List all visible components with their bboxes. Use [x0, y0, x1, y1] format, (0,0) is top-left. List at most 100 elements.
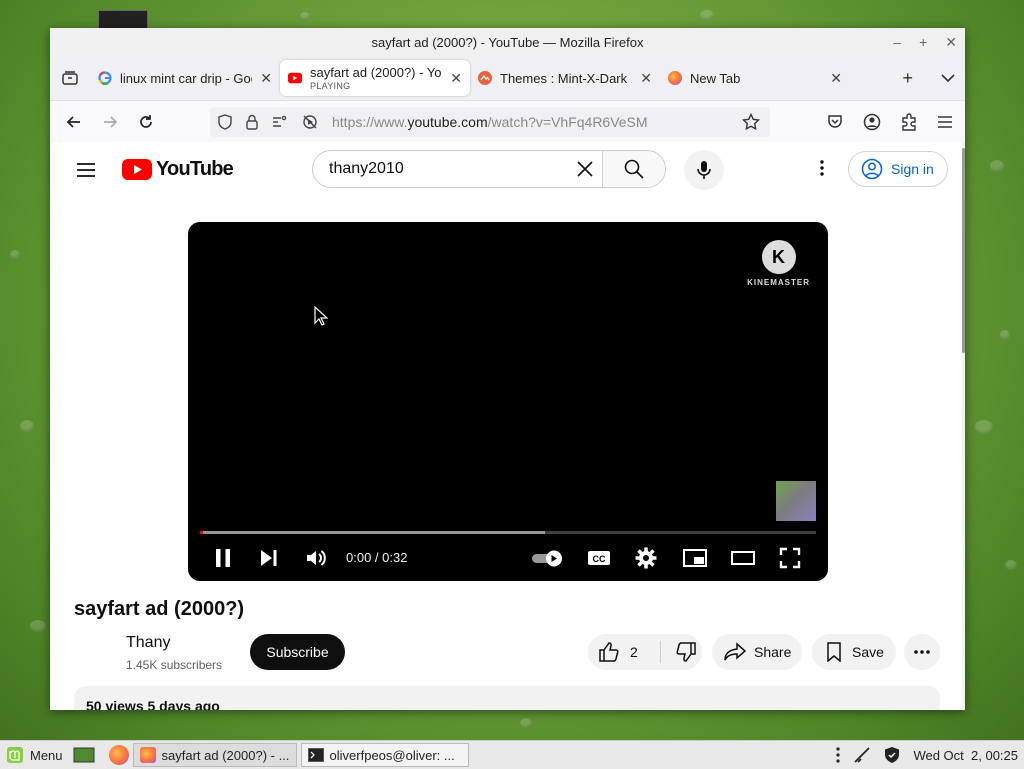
tab-google[interactable]: linux mint car drip - Goo ✕: [90, 60, 280, 96]
window-title: sayfart ad (2000?) - YouTube — Mozilla F…: [371, 34, 644, 50]
extensions-puzzle-icon[interactable]: [901, 113, 917, 131]
page-scrollbar[interactable]: [962, 142, 965, 710]
taskbar-item-label: sayfart ad (2000?) - ...: [161, 747, 290, 763]
reload-icon: [140, 115, 152, 128]
mute-button[interactable]: [304, 546, 328, 570]
autoplay-blocked-icon[interactable]: [302, 114, 318, 130]
like-button[interactable]: 2: [588, 641, 660, 663]
autoplay-toggle[interactable]: [530, 546, 566, 570]
channel-name[interactable]: Thany: [126, 634, 222, 652]
guide-menu-icon[interactable]: [76, 162, 96, 178]
settings-button[interactable]: [634, 546, 658, 570]
youtube-wordmark: YouTube: [156, 158, 234, 180]
shield-icon[interactable]: [883, 746, 901, 764]
start-menu-button[interactable]: Menu: [0, 741, 69, 769]
menu-label: Menu: [30, 747, 63, 763]
kinemaster-logo-icon: K: [761, 240, 796, 274]
url-domain: youtube.com: [407, 114, 488, 130]
url-text[interactable]: https://www.youtube.com/watch?v=VhFq4R6V…: [332, 114, 742, 130]
tab-youtube[interactable]: sayfart ad (2000?) - You PLAYING ✕: [280, 60, 470, 96]
fullscreen-button[interactable]: [778, 546, 802, 570]
tray-more-icon[interactable]: [835, 746, 841, 764]
like-count: 2: [630, 644, 638, 660]
maximize-icon[interactable]: +: [919, 34, 927, 50]
tab-close-icon[interactable]: ✕: [260, 70, 272, 87]
theater-mode-button[interactable]: [730, 546, 756, 570]
next-icon: [261, 550, 277, 566]
share-label: Share: [754, 644, 792, 660]
clear-icon: [577, 161, 593, 177]
save-button[interactable]: Save: [812, 634, 896, 670]
pause-icon: [216, 549, 230, 567]
reload-button[interactable]: [128, 114, 164, 130]
progress-bar[interactable]: [200, 531, 816, 534]
share-button[interactable]: Share: [712, 634, 802, 670]
new-tab-plus-icon[interactable]: +: [902, 68, 913, 89]
pocket-icon[interactable]: [827, 114, 843, 130]
tab-new-tab[interactable]: New Tab ✕: [660, 60, 850, 96]
subscribe-button[interactable]: Subscribe: [250, 634, 345, 670]
tab-label: New Tab: [690, 70, 741, 86]
svg-text:CC: CC: [593, 554, 606, 564]
clock[interactable]: Wed Oct 2, 00:25: [913, 748, 1018, 763]
lock-icon[interactable]: [246, 114, 258, 130]
more-actions-button[interactable]: [904, 634, 940, 670]
kinemaster-watermark: K KINEMASTER: [747, 240, 810, 287]
firefox-window: sayfart ad (2000?) - YouTube — Mozilla F…: [50, 28, 965, 710]
tab-overview-button[interactable]: [50, 69, 90, 87]
settings-kebab-icon[interactable]: [812, 158, 832, 178]
minimize-icon[interactable]: –: [893, 34, 901, 50]
watermark-text: KINEMASTER: [747, 278, 810, 287]
forward-button[interactable]: [92, 114, 128, 130]
tab-close-icon[interactable]: ✕: [830, 70, 842, 87]
network-icon[interactable]: [853, 746, 871, 764]
taskbar: Menu sayfart ad (2000?) - ... oliverfpeo…: [0, 740, 1024, 769]
tab-close-icon[interactable]: ✕: [640, 70, 652, 87]
player-controls: 0:00 / 0:32 CC: [188, 540, 828, 580]
url-bar[interactable]: https://www.youtube.com/watch?v=VhFq4R6V…: [210, 107, 770, 137]
miniplayer-button[interactable]: [682, 546, 708, 570]
tracking-protection-shield-icon[interactable]: [218, 114, 232, 130]
back-button[interactable]: [56, 114, 92, 130]
close-icon[interactable]: ✕: [945, 34, 957, 51]
channel-watermark-thumbnail[interactable]: [776, 481, 816, 521]
tab-overview-icon: [62, 71, 78, 85]
tab-themes[interactable]: Themes : Mint-X-Dark : ✕: [470, 60, 660, 96]
video-player[interactable]: K KINEMASTER 0:00 / 0:32 CC: [188, 222, 828, 581]
youtube-header: YouTube thany2010 Sign in: [50, 142, 962, 198]
voice-search-button[interactable]: [684, 150, 724, 190]
dislike-button[interactable]: [661, 641, 697, 663]
firefox-launcher-icon[interactable]: [108, 745, 129, 765]
tab-close-icon[interactable]: ✕: [450, 70, 462, 87]
list-all-tabs-icon[interactable]: [941, 73, 955, 83]
bookmark-star-icon[interactable]: [742, 113, 760, 131]
view-count-date: 50 views 5 days ago: [86, 698, 220, 710]
sign-in-button[interactable]: Sign in: [848, 151, 948, 187]
subtitles-button[interactable]: CC: [586, 546, 612, 570]
tab-label: linux mint car drip - Goo: [120, 70, 253, 86]
permissions-icon[interactable]: [272, 115, 288, 129]
taskbar-item-terminal[interactable]: oliverfpeos@oliver: ...: [300, 743, 469, 767]
account-icon[interactable]: [863, 113, 881, 131]
next-button[interactable]: [258, 546, 280, 570]
scrollbar-thumb[interactable]: [962, 148, 965, 353]
show-desktop-icon[interactable]: [73, 746, 95, 764]
taskbar-item-firefox[interactable]: sayfart ad (2000?) - ...: [132, 743, 297, 767]
save-label: Save: [852, 644, 884, 660]
bookmark-icon: [827, 642, 841, 662]
hamburger-menu-icon[interactable]: [937, 115, 953, 129]
search-button[interactable]: [602, 151, 665, 187]
description-box[interactable]: 50 views 5 days ago: [74, 686, 940, 710]
search-box: thany2010: [312, 150, 666, 188]
clear-search-button[interactable]: [568, 160, 602, 178]
cc-icon: CC: [588, 551, 610, 565]
title-bar[interactable]: sayfart ad (2000?) - YouTube — Mozilla F…: [50, 28, 965, 56]
share-arrow-icon: [724, 642, 746, 661]
search-input[interactable]: thany2010: [313, 160, 568, 178]
firefox-icon: [668, 71, 682, 85]
mint-logo-icon: [7, 747, 23, 763]
tab-label: sayfart ad (2000?) - You: [310, 65, 443, 80]
youtube-logo[interactable]: YouTube: [122, 158, 234, 181]
time-display: 0:00 / 0:32: [346, 550, 408, 565]
pause-button[interactable]: [212, 546, 234, 570]
